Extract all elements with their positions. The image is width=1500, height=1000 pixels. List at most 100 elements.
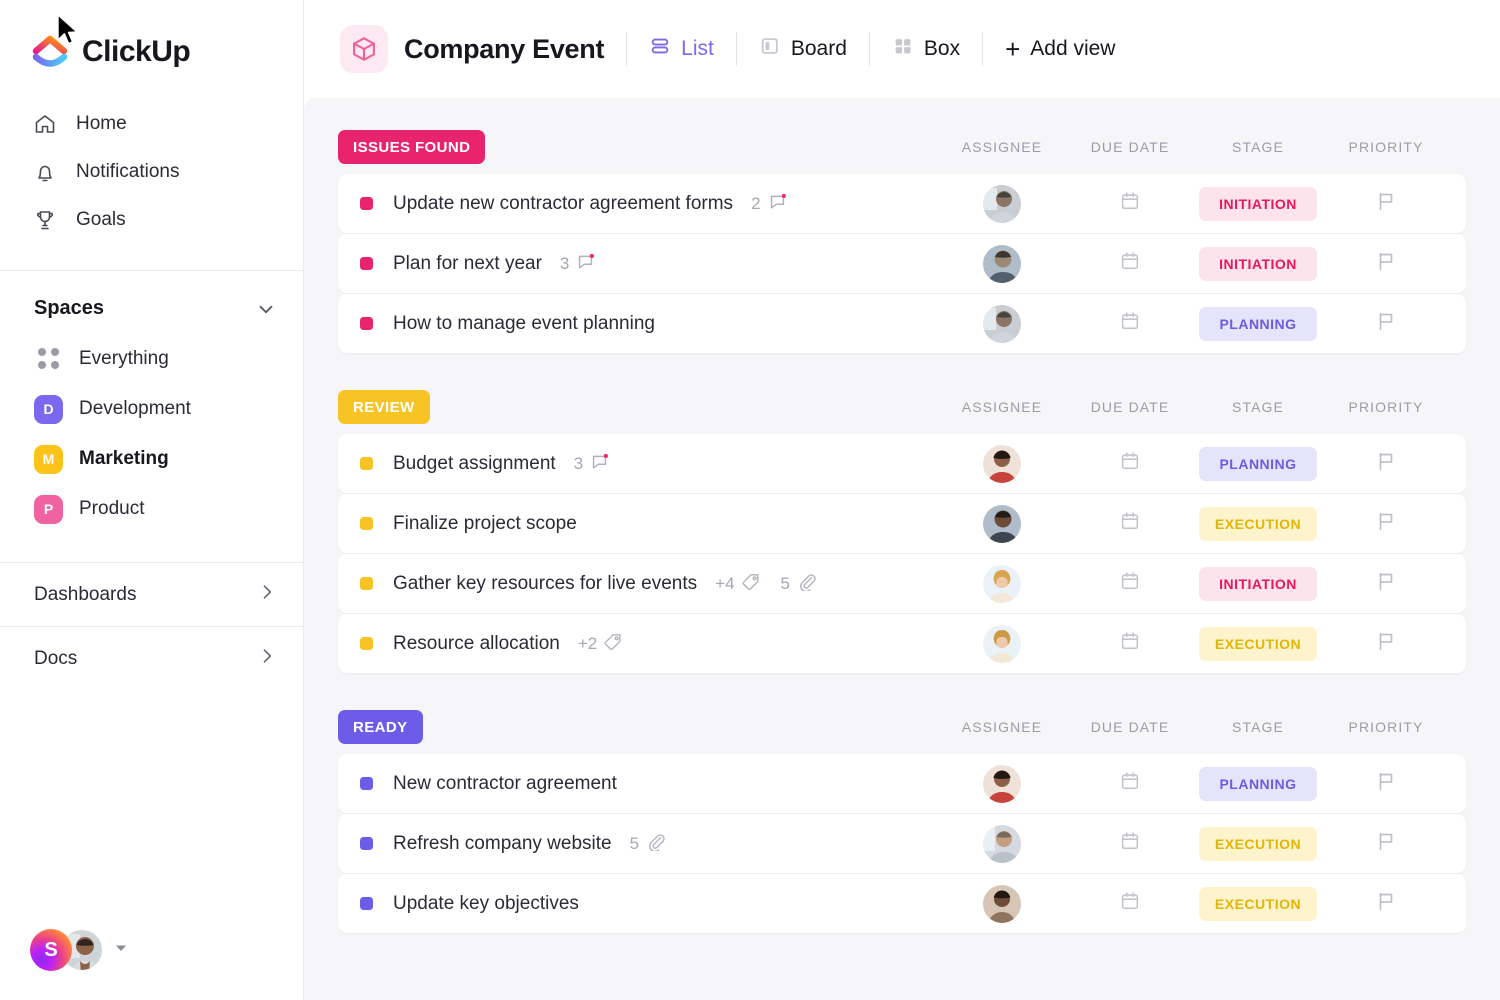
status-badge: EXECUTION	[1199, 626, 1317, 661]
tab-list[interactable]: List	[649, 35, 714, 63]
column-header-stage: STAGE	[1232, 399, 1284, 415]
stage-cell[interactable]: INITIATION	[1194, 186, 1322, 221]
attachment-count-group[interactable]: 5	[781, 572, 816, 596]
assignee-cell[interactable]	[938, 244, 1066, 283]
stage-cell[interactable]: EXECUTION	[1194, 886, 1322, 921]
calendar-icon	[1119, 250, 1141, 277]
assignee-cell[interactable]	[938, 504, 1066, 543]
chevron-right-icon	[257, 646, 277, 671]
due-date-cell[interactable]	[1066, 630, 1194, 657]
comment-count-group[interactable]: 3	[560, 252, 595, 276]
comment-count-group[interactable]: 2	[751, 192, 786, 216]
sidebar-item-goals[interactable]: Goals	[0, 196, 303, 244]
sidebar-item-notifications[interactable]: Notifications	[0, 148, 303, 196]
due-date-cell[interactable]	[1066, 510, 1194, 537]
table-row[interactable]: Plan for next year 3 INITIATION	[338, 234, 1466, 293]
priority-cell[interactable]	[1322, 450, 1450, 477]
due-date-cell[interactable]	[1066, 250, 1194, 277]
assignee-cell[interactable]	[938, 764, 1066, 803]
avatar	[983, 884, 1021, 923]
priority-cell[interactable]	[1322, 830, 1450, 857]
table-row[interactable]: Update new contractor agreement forms 2	[338, 174, 1466, 233]
user-tray[interactable]: S	[30, 928, 128, 972]
assignee-cell[interactable]	[938, 564, 1066, 603]
due-date-cell[interactable]	[1066, 310, 1194, 337]
table-row[interactable]: Finalize project scope EXECUTION	[57, 14, 1466, 553]
sidebar-item-dashboards[interactable]: Dashboards	[0, 562, 303, 626]
group-status-badge[interactable]: READY	[338, 710, 423, 744]
table-row[interactable]: Resource allocation +2 EXECUTION	[338, 614, 1466, 673]
stage-cell[interactable]: EXECUTION	[1194, 506, 1322, 541]
assignee-cell[interactable]	[938, 444, 1066, 483]
due-date-cell[interactable]	[1066, 830, 1194, 857]
tag-count-group[interactable]: +4	[715, 572, 760, 596]
priority-cell[interactable]	[1322, 890, 1450, 917]
sidebar-item-docs[interactable]: Docs	[0, 626, 303, 690]
workspace-avatar[interactable]: S	[30, 929, 72, 971]
due-date-cell[interactable]	[1066, 190, 1194, 217]
table-row[interactable]: Budget assignment 3 PLANNING	[338, 434, 1466, 493]
due-date-cell[interactable]	[1066, 450, 1194, 477]
stage-cell[interactable]: EXECUTION	[1194, 826, 1322, 861]
sidebar-bottom-links: Dashboards Docs	[0, 562, 303, 690]
tag-count: +2	[577, 633, 598, 653]
tag-count-group[interactable]: +2	[578, 632, 623, 656]
table-row[interactable]: Update key objectives EXECUTION	[338, 874, 1466, 933]
add-view-button[interactable]: + Add view	[1005, 36, 1115, 62]
table-row[interactable]: Refresh company website 5 EXECUTION	[338, 814, 1466, 873]
attachment-count-group[interactable]: 5	[630, 832, 665, 856]
sidebar-item-home[interactable]: Home	[0, 100, 303, 148]
sidebar-item-everything[interactable]: Everything	[0, 334, 303, 384]
table-row[interactable]: Gather key resources for live events +4	[338, 554, 1466, 613]
stage-cell[interactable]: PLANNING	[1194, 306, 1322, 341]
trophy-icon	[32, 207, 58, 233]
stage-cell[interactable]: INITIATION	[1194, 566, 1322, 601]
assignee-cell[interactable]	[938, 884, 1066, 923]
sidebar-item-development[interactable]: D Development	[0, 384, 303, 434]
group-status-badge[interactable]: REVIEW	[338, 390, 430, 424]
comment-count-group[interactable]: 3	[574, 452, 609, 476]
table-row[interactable]: How to manage event planning PLANNING	[338, 294, 1466, 353]
due-date-cell[interactable]	[1066, 570, 1194, 597]
group-status-badge[interactable]: ISSUES FOUND	[338, 130, 486, 164]
priority-cell[interactable]	[1322, 570, 1450, 597]
tab-board[interactable]: Board	[759, 35, 847, 63]
status-dot	[360, 517, 373, 530]
avatar	[983, 304, 1021, 343]
stage-cell[interactable]: PLANNING	[1194, 766, 1322, 801]
priority-cell[interactable]	[1322, 310, 1450, 337]
stage-cell[interactable]: INITIATION	[1194, 246, 1322, 281]
clickup-logo-icon	[30, 32, 70, 72]
priority-cell[interactable]	[1322, 190, 1450, 217]
chevron-down-icon[interactable]	[255, 298, 277, 320]
priority-cell[interactable]	[1322, 630, 1450, 657]
sidebar-item-product[interactable]: P Product	[0, 484, 303, 534]
table-row[interactable]: New contractor agreement PLANNING	[338, 754, 1466, 813]
priority-cell[interactable]	[1322, 250, 1450, 277]
assignee-cell[interactable]	[938, 624, 1066, 663]
assignee-cell[interactable]	[938, 184, 1066, 223]
task-name: How to manage event planning	[393, 312, 655, 334]
space-initial: P	[43, 501, 54, 517]
column-headers: ASSIGNEE DUE DATE STAGE PRIORITY	[938, 708, 1450, 746]
space-label: Marketing	[79, 448, 169, 469]
brand[interactable]: ClickUp	[0, 0, 303, 72]
stage-cell[interactable]: PLANNING	[1194, 446, 1322, 481]
task-group-review: REVIEW ASSIGNEE DUE DATE STAGE PRIORITY …	[57, 14, 1466, 673]
caret-down-icon[interactable]	[114, 941, 128, 960]
home-icon	[32, 111, 58, 137]
priority-cell[interactable]	[1322, 770, 1450, 797]
column-header-assignee: ASSIGNEE	[961, 719, 1043, 735]
due-date-cell[interactable]	[1066, 890, 1194, 917]
sidebar-item-marketing[interactable]: M Marketing	[0, 434, 303, 484]
tab-box[interactable]: Box	[892, 35, 960, 63]
bell-icon	[32, 159, 58, 185]
stage-cell[interactable]: EXECUTION	[1194, 626, 1322, 661]
priority-cell[interactable]	[1322, 510, 1450, 537]
spaces-header[interactable]: Spaces	[0, 271, 303, 320]
assignee-cell[interactable]	[938, 824, 1066, 863]
spaces-title: Spaces	[34, 297, 105, 319]
assignee-cell[interactable]	[938, 304, 1066, 343]
avatar	[983, 244, 1021, 283]
due-date-cell[interactable]	[1066, 770, 1194, 797]
